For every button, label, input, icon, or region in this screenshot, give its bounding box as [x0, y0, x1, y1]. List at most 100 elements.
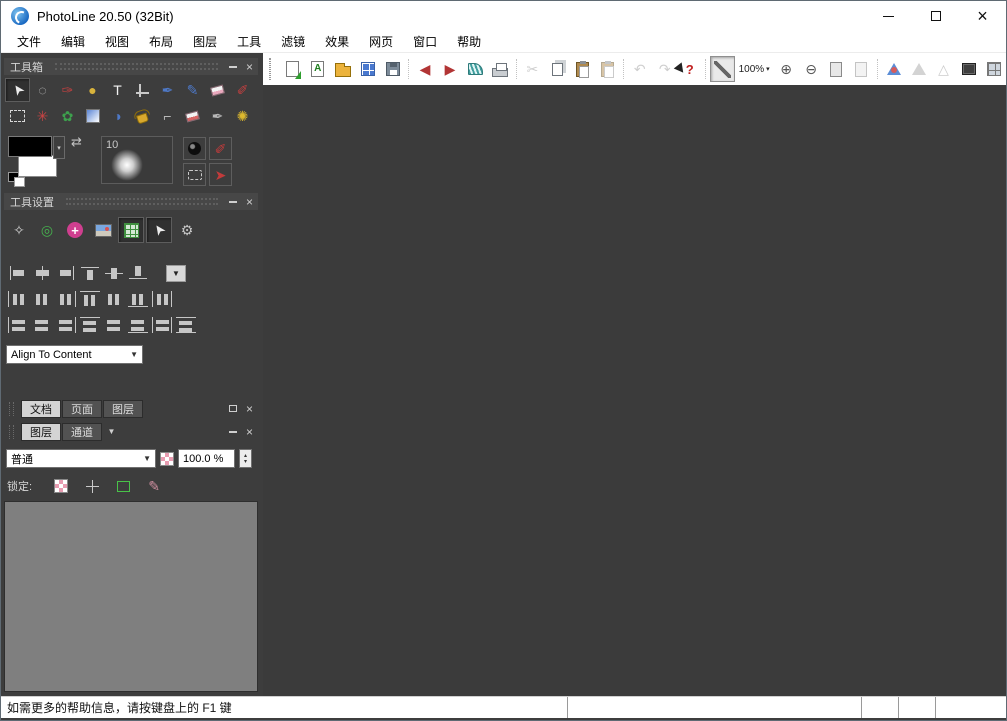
- align-horizontal-centers-button[interactable]: [30, 263, 54, 283]
- new-text-document-button[interactable]: A: [305, 56, 330, 82]
- tool-settings-drag-handle[interactable]: [66, 198, 218, 205]
- ellipse-tool[interactable]: ●: [80, 78, 105, 102]
- pencil-tool[interactable]: ✎: [180, 78, 205, 102]
- align-right-edges-button[interactable]: [54, 263, 78, 283]
- toolbar-grip[interactable]: [269, 58, 271, 80]
- toolbox-close-button[interactable]: ×: [241, 59, 258, 74]
- align-mode-select[interactable]: Align To Content ▼: [6, 345, 143, 364]
- menu-item-tools[interactable]: 工具: [227, 31, 271, 52]
- menu-item-edit[interactable]: 编辑: [51, 31, 95, 52]
- lock-position-toggle[interactable]: [82, 477, 102, 495]
- maximize-button[interactable]: [912, 1, 959, 31]
- align-top-edges-button[interactable]: [78, 263, 102, 283]
- space-h-center-button[interactable]: [30, 315, 54, 335]
- swap-colors-icon[interactable]: ⇄: [71, 134, 82, 150]
- align-left-edges-button[interactable]: [6, 263, 30, 283]
- import-scan-button[interactable]: [463, 56, 488, 82]
- pointer-mode-button[interactable]: ➤: [146, 217, 172, 243]
- default-colors-button[interactable]: [8, 172, 24, 185]
- doc-tab-page[interactable]: 页面: [62, 400, 102, 418]
- pen-tool[interactable]: ✒: [205, 104, 230, 128]
- zoom-fit-page-button[interactable]: [824, 56, 849, 82]
- foreground-color-swatch[interactable]: [8, 136, 52, 157]
- browse-files-button[interactable]: [355, 56, 380, 82]
- align-bottom-edges-button[interactable]: [126, 263, 150, 283]
- paste-button[interactable]: [570, 56, 595, 82]
- sphere-tool[interactable]: ◑: [105, 104, 130, 128]
- target-button[interactable]: ◎: [34, 217, 60, 243]
- opacity-swatch[interactable]: [160, 452, 174, 466]
- blend-mode-select[interactable]: 普通 ▼: [6, 449, 156, 468]
- equal-width-button[interactable]: [150, 315, 174, 335]
- layers-list[interactable]: [4, 501, 258, 692]
- zoom-level-display[interactable]: 100%▾: [735, 64, 774, 75]
- opacity-field[interactable]: 100.0 %: [178, 449, 235, 468]
- gradient-tool[interactable]: [80, 104, 105, 128]
- lock-painting-toggle[interactable]: ✎: [144, 477, 164, 495]
- layers-tab-channels[interactable]: 通道: [62, 423, 102, 441]
- add-new-button[interactable]: +: [62, 217, 88, 243]
- space-left-button[interactable]: [6, 315, 30, 335]
- save-file-button[interactable]: [380, 56, 405, 82]
- tool-settings-close-button[interactable]: ×: [241, 194, 258, 209]
- space-right-button[interactable]: [54, 315, 78, 335]
- mask-outline-button[interactable]: [183, 163, 206, 186]
- marquee-tool[interactable]: [5, 104, 30, 128]
- layers-tab-layers[interactable]: 图层: [21, 423, 61, 441]
- document-panel-drag-handle[interactable]: [9, 402, 14, 416]
- distribute-top-edges-button[interactable]: [78, 289, 102, 309]
- clone-brush-tool[interactable]: ✿: [55, 104, 80, 128]
- light-tool[interactable]: ✺: [230, 104, 255, 128]
- menu-item-effects[interactable]: 效果: [315, 31, 359, 52]
- doc-tab-layer[interactable]: 图层: [103, 400, 143, 418]
- canvas[interactable]: [263, 85, 1006, 696]
- layers-panel-close-button[interactable]: ×: [241, 424, 258, 439]
- soft-eraser-tool[interactable]: [180, 104, 205, 128]
- distribute-spacing-button[interactable]: [150, 289, 174, 309]
- fill-tool[interactable]: [130, 104, 155, 128]
- pattern-select-button[interactable]: ✧: [6, 217, 32, 243]
- spray-tool[interactable]: ✳: [30, 104, 55, 128]
- opacity-spinner[interactable]: ▴ ▾: [239, 449, 252, 468]
- knife-tool[interactable]: ✒: [155, 78, 180, 102]
- layers-panel-minimize-button[interactable]: [224, 424, 241, 439]
- minimize-button[interactable]: [865, 1, 912, 31]
- align-vertical-centers-button[interactable]: [102, 263, 126, 283]
- distribute-bottom-edges-button[interactable]: [126, 289, 150, 309]
- grid-settings-button[interactable]: [981, 56, 1006, 82]
- distribute-left-edges-button[interactable]: [6, 289, 30, 309]
- brush-color-mode-button[interactable]: ✐: [209, 137, 232, 160]
- menu-item-web[interactable]: 网页: [359, 31, 403, 52]
- new-document-button[interactable]: [280, 56, 305, 82]
- channels-view-button[interactable]: [956, 56, 981, 82]
- space-v-center-button[interactable]: [102, 315, 126, 335]
- crop-tool[interactable]: [130, 78, 155, 102]
- print-button[interactable]: [488, 56, 513, 82]
- lock-transparency-toggle[interactable]: [51, 477, 71, 495]
- distribute-h-centers-button[interactable]: [30, 289, 54, 309]
- snap-grid-button[interactable]: [118, 217, 144, 243]
- close-button[interactable]: ×: [959, 1, 1006, 31]
- options-gear-button[interactable]: ⚙: [174, 217, 200, 243]
- doc-tab-document[interactable]: 文档: [21, 400, 61, 418]
- navigate-forward-button[interactable]: ▶: [438, 56, 463, 82]
- lock-size-toggle[interactable]: [113, 477, 133, 495]
- tool-settings-minimize-button[interactable]: [224, 194, 241, 209]
- lasso-tool[interactable]: ◌: [30, 78, 55, 102]
- document-panel-close-button[interactable]: ×: [241, 401, 258, 416]
- space-bottom-button[interactable]: [126, 315, 150, 335]
- layers-panel-menu-button[interactable]: ▼: [103, 424, 120, 439]
- menu-item-layer[interactable]: 图层: [183, 31, 227, 52]
- toolbox-drag-handle[interactable]: [55, 63, 218, 70]
- color-dropdown-button[interactable]: ▾: [53, 136, 65, 159]
- context-help-button[interactable]: ?: [677, 56, 702, 82]
- image-preview-button[interactable]: [90, 217, 116, 243]
- menu-item-file[interactable]: 文件: [7, 31, 51, 52]
- space-top-button[interactable]: [78, 315, 102, 335]
- toolbox-minimize-button[interactable]: [224, 59, 241, 74]
- menu-item-layout[interactable]: 布局: [139, 31, 183, 52]
- smudge-tool[interactable]: ⌐: [155, 104, 180, 128]
- distribute-v-centers-button[interactable]: [102, 289, 126, 309]
- move-tool[interactable]: ➤: [5, 78, 30, 102]
- measure-tool-button[interactable]: [710, 56, 735, 82]
